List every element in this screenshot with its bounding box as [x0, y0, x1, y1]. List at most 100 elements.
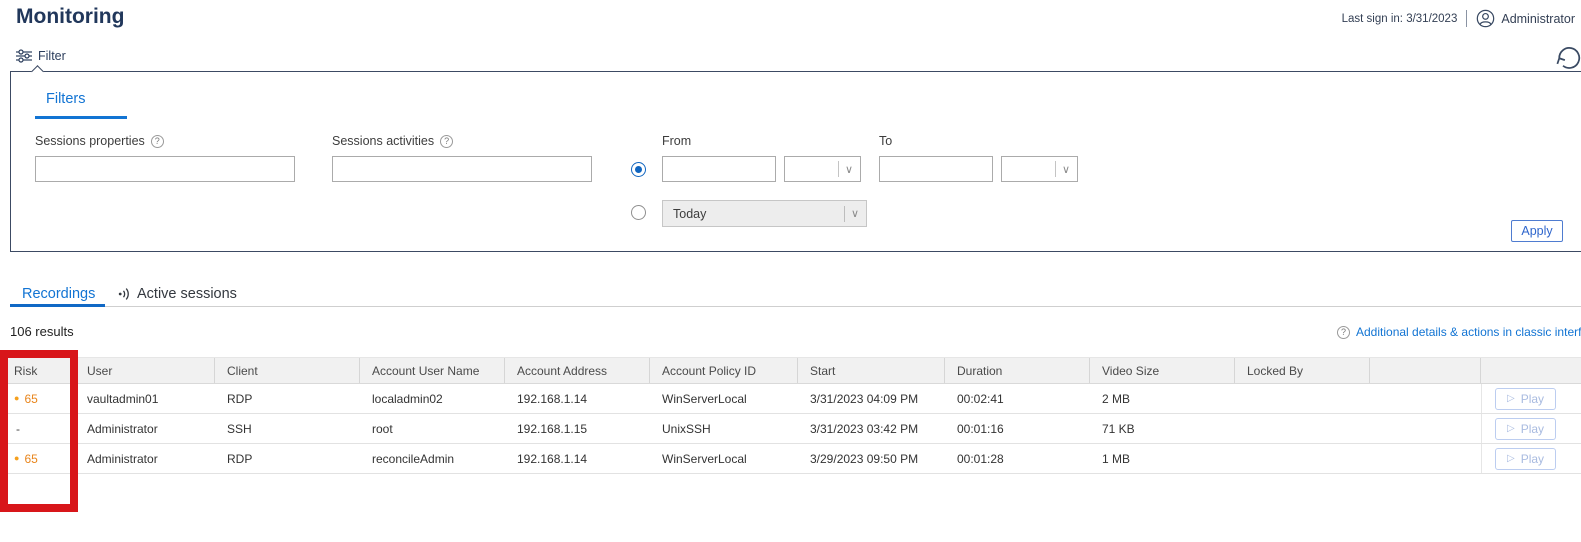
- play-button[interactable]: ▷ Play: [1495, 447, 1557, 470]
- account-user-name-cell: localadmin02: [372, 391, 443, 406]
- filters-panel: Filters Sessions properties ? Sessions a…: [10, 65, 1581, 252]
- empty-cell: [1370, 384, 1481, 413]
- column-header-account-user-name[interactable]: Account User Name: [360, 358, 505, 383]
- table-row[interactable]: - Administrator SSH root 192.168.1.15 Un…: [2, 414, 1581, 444]
- account-policy-id-cell: UnixSSH: [662, 421, 711, 436]
- client-cell: RDP: [227, 451, 253, 466]
- account-user-name-cell: reconcileAdmin: [372, 451, 455, 466]
- empty-cell: [1370, 444, 1481, 473]
- date-range-radio[interactable]: [631, 162, 646, 177]
- sessions-properties-label: Sessions properties ?: [35, 134, 164, 148]
- chevron-down-icon: ∨: [844, 163, 853, 176]
- filter-icon: [16, 49, 32, 63]
- help-icon: ?: [1337, 325, 1350, 339]
- column-header-user[interactable]: User: [75, 358, 215, 383]
- user-name-label: Administrator: [1501, 11, 1575, 26]
- predefined-range-select[interactable]: Today ∨: [662, 200, 867, 227]
- risk-score: 65: [24, 391, 38, 406]
- actions-cell: ▷ Play: [1481, 384, 1581, 413]
- select-divider: [837, 161, 839, 177]
- play-button[interactable]: ▷ Play: [1495, 417, 1557, 440]
- active-sessions-label: Active sessions: [137, 286, 237, 302]
- risk-dot-icon: ●: [14, 393, 20, 403]
- table-header-row: Risk User Client Account User Name Accou…: [2, 357, 1581, 384]
- risk-score: 65: [24, 451, 38, 466]
- classic-interface-link[interactable]: ? Additional details & actions in classi…: [1337, 325, 1581, 339]
- tab-recordings[interactable]: Recordings: [22, 286, 95, 302]
- monitoring-page: { "header": { "title": "Monitoring", "la…: [0, 0, 1581, 542]
- play-button[interactable]: ▷ Play: [1495, 387, 1557, 410]
- locked-by-cell: [1235, 384, 1370, 413]
- account-policy-id-cell: WinServerLocal: [662, 391, 747, 406]
- user-cell: Administrator: [87, 451, 158, 466]
- sessions-properties-input[interactable]: [35, 156, 295, 182]
- locked-by-cell: [1235, 414, 1370, 443]
- help-icon[interactable]: ?: [150, 134, 164, 148]
- account-address-cell: 192.168.1.14: [517, 451, 588, 466]
- tabs-baseline: [105, 306, 1581, 307]
- actions-cell: ▷ Play: [1481, 444, 1581, 473]
- account-address-cell: 192.168.1.15: [517, 421, 588, 436]
- to-time-select[interactable]: ∨: [1001, 156, 1078, 182]
- header-user-area: Last sign in: 3/31/2023 Administrator: [1342, 9, 1575, 28]
- to-date-input[interactable]: [879, 156, 993, 182]
- user-menu[interactable]: Administrator: [1476, 9, 1575, 28]
- column-header-account-policy-id[interactable]: Account Policy ID: [650, 358, 798, 383]
- column-header-start[interactable]: Start: [798, 358, 945, 383]
- panel-notch: [31, 65, 44, 78]
- sessions-activities-label: Sessions activities ?: [332, 134, 454, 148]
- account-address-cell: 192.168.1.14: [517, 391, 588, 406]
- column-header-risk[interactable]: Risk: [2, 358, 75, 383]
- filter-toggle[interactable]: Filter: [16, 49, 66, 63]
- client-cell: RDP: [227, 391, 253, 406]
- start-cell: 3/31/2023 03:42 PM: [810, 421, 919, 436]
- apply-button[interactable]: Apply: [1511, 220, 1563, 242]
- user-cell: vaultadmin01: [87, 391, 159, 406]
- user-avatar-icon: [1476, 9, 1495, 28]
- column-header-video-size[interactable]: Video Size: [1090, 358, 1235, 383]
- column-header-client[interactable]: Client: [215, 358, 360, 383]
- duration-cell: 00:01:28: [957, 451, 1004, 466]
- actions-cell: ▷ Play: [1481, 414, 1581, 443]
- risk-cell: ● 65: [2, 444, 75, 473]
- chevron-down-icon: ∨: [1061, 163, 1070, 176]
- recordings-table: Risk User Client Account User Name Accou…: [2, 357, 1581, 474]
- user-cell: Administrator: [87, 421, 158, 436]
- predefined-range-radio[interactable]: [631, 205, 646, 220]
- from-time-select[interactable]: ∨: [784, 156, 861, 182]
- account-user-name-cell: root: [372, 421, 393, 436]
- tab-active-sessions[interactable]: Active sessions: [118, 286, 237, 302]
- predefined-range-value: Today: [673, 206, 707, 221]
- select-divider: [843, 205, 845, 222]
- locked-by-cell: [1235, 444, 1370, 473]
- start-cell: 3/31/2023 04:09 PM: [810, 391, 919, 406]
- risk-cell: -: [2, 414, 75, 443]
- client-cell: SSH: [227, 421, 252, 436]
- page-title: Monitoring: [16, 5, 125, 28]
- account-policy-id-cell: WinServerLocal: [662, 451, 747, 466]
- sessions-activities-input[interactable]: [332, 156, 592, 182]
- column-header-empty: [1370, 358, 1481, 383]
- video-size-cell: 2 MB: [1102, 391, 1131, 406]
- risk-dot-icon: ●: [14, 453, 20, 463]
- risk-score: -: [16, 421, 20, 436]
- help-icon[interactable]: ?: [440, 134, 454, 148]
- filter-label: Filter: [38, 49, 66, 63]
- video-size-cell: 1 MB: [1102, 451, 1131, 466]
- video-size-cell: 71 KB: [1102, 421, 1135, 436]
- refresh-button[interactable]: [1551, 42, 1581, 72]
- header-divider: [1466, 10, 1468, 27]
- column-header-account-address[interactable]: Account Address: [505, 358, 650, 383]
- filters-tab-underline: [35, 116, 127, 119]
- from-date-input[interactable]: [662, 156, 776, 182]
- column-header-actions: [1481, 358, 1581, 383]
- table-row[interactable]: ● 65 Administrator RDP reconcileAdmin 19…: [2, 444, 1581, 474]
- empty-cell: [1370, 414, 1481, 443]
- last-sign-in-label: Last sign in: 3/31/2023: [1341, 12, 1458, 25]
- from-label: From: [662, 134, 692, 148]
- to-label: To: [879, 134, 893, 148]
- table-row[interactable]: ● 65 vaultadmin01 RDP localadmin02 192.1…: [2, 384, 1581, 414]
- column-header-duration[interactable]: Duration: [945, 358, 1090, 383]
- tab-filters[interactable]: Filters: [46, 91, 85, 107]
- column-header-locked-by[interactable]: Locked By: [1235, 358, 1370, 383]
